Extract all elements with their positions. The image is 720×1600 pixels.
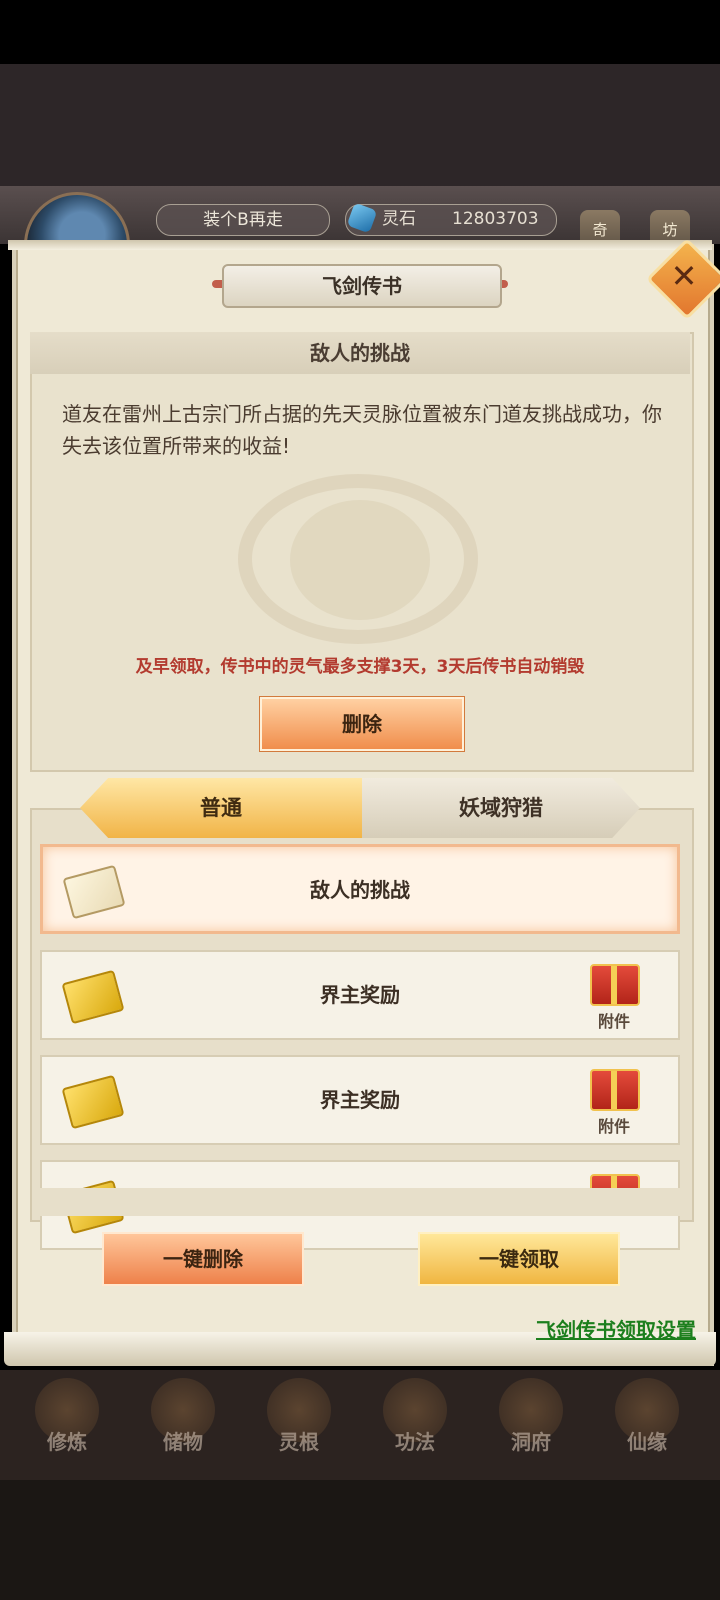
tab-demon-hunt[interactable]: 妖域狩猎 (362, 778, 640, 838)
attachment-label: 附件 (597, 1117, 630, 1136)
message-body: 道友在雷州上古宗门所占据的先天灵脉位置被东门道友挑战成功，你失去该位置所带来的收… (62, 402, 662, 458)
player-name-pill: 装个B再走 (156, 204, 330, 236)
dialog-title: 飞剑传书 (322, 274, 402, 298)
gift-box-icon (590, 964, 640, 1006)
dialog-titlebar: 飞剑传书 (222, 264, 502, 308)
message-heading: 敌人的挑战 (30, 332, 690, 374)
mail-item[interactable]: 敌人的挑战 (40, 844, 680, 934)
mail-item[interactable]: 界主奖励 附件 (40, 1055, 680, 1145)
nav-techniques[interactable]: 功法 (370, 1378, 460, 1468)
claim-all-button[interactable]: 一键领取 (418, 1232, 620, 1286)
attachment-label: 附件 (597, 1012, 630, 1031)
nav-fate[interactable]: 仙缘 (602, 1378, 692, 1468)
nav-cultivate[interactable]: 修炼 (22, 1378, 112, 1468)
mail-item[interactable]: 界主奖励 附件 (40, 950, 680, 1040)
gift-box-icon (590, 1069, 640, 1111)
close-icon[interactable]: ✕ (658, 250, 710, 302)
nav-storage[interactable]: 储物 (138, 1378, 228, 1468)
delete-button[interactable]: 删除 (260, 697, 464, 751)
claim-settings-link[interactable]: 飞剑传书领取设置 (476, 1314, 696, 1343)
mail-item-title: 敌人的挑战 (310, 878, 410, 902)
nav-spirit-root[interactable]: 灵根 (254, 1378, 344, 1468)
spirit-stone-value: 12803703 (452, 209, 539, 229)
mail-item-title: 界主奖励 (320, 983, 400, 1007)
status-bar (0, 0, 720, 64)
mail-item-title: 界主奖励 (320, 1088, 400, 1112)
tab-normal[interactable]: 普通 (80, 778, 362, 838)
delete-all-button[interactable]: 一键删除 (102, 1232, 304, 1286)
game-background-top (0, 64, 720, 194)
expiry-warning: 及早领取，传书中的灵气最多支撑3天，3天后传书自动销毁 (135, 657, 585, 677)
spirit-stone-label: 灵石 (382, 209, 416, 229)
nav-cave[interactable]: 洞府 (486, 1378, 576, 1468)
scroll-rod-top (8, 240, 712, 250)
list-clip-mask (40, 1188, 680, 1216)
bottom-black (0, 1480, 720, 1600)
cloud-emblem-inner (290, 500, 430, 620)
